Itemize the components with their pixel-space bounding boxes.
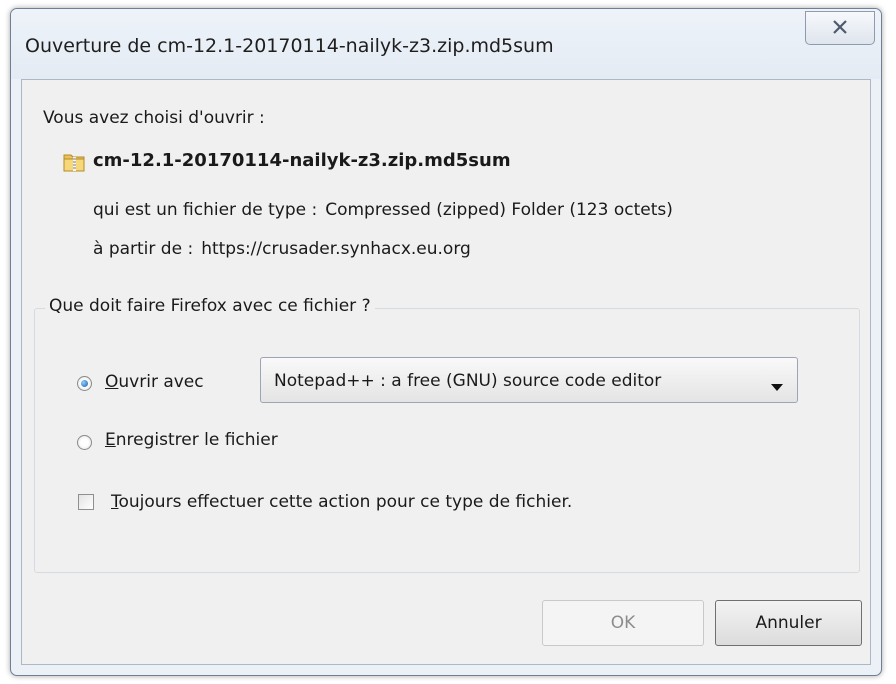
application-select-value: Notepad++ : a free (GNU) source code edi… (274, 371, 662, 391)
close-button[interactable] (805, 11, 875, 45)
open-with-radio[interactable] (77, 376, 92, 391)
always-do-label[interactable]: Toujours effectuer cette action pour ce … (111, 492, 572, 512)
chosen-label: Vous avez choisi d'ouvrir : (43, 108, 265, 128)
close-icon (832, 19, 848, 38)
title-bar[interactable]: Ouverture de cm-12.1-20170114-nailyk-z3.… (11, 9, 881, 79)
file-type-line: qui est un fichier de type : Compressed (… (93, 200, 673, 220)
zip-folder-icon (63, 151, 85, 177)
source-url: https://crusader.synhacx.eu.org (201, 239, 471, 259)
save-file-label[interactable]: Enregistrer le fichier (105, 430, 278, 450)
application-select[interactable]: Notepad++ : a free (GNU) source code edi… (260, 357, 798, 403)
chevron-down-icon (771, 377, 783, 396)
dialog-content: Vous avez choisi d'ouvrir : cm-12.1-2017… (21, 79, 871, 665)
cancel-button[interactable]: Annuler (715, 600, 862, 646)
open-with-label[interactable]: Ouvrir avec (105, 372, 204, 392)
file-type-value: Compressed (zipped) Folder (123 octets) (325, 200, 673, 220)
action-groupbox: Que doit faire Firefox avec ce fichier ?… (34, 296, 860, 573)
always-do-checkbox[interactable] (78, 494, 94, 510)
download-dialog-window: Ouverture de cm-12.1-20170114-nailyk-z3.… (10, 8, 882, 676)
file-type-label: qui est un fichier de type : (93, 200, 318, 220)
ok-button[interactable]: OK (542, 600, 704, 646)
action-group-legend: Que doit faire Firefox avec ce fichier ? (45, 296, 375, 316)
window-title: Ouverture de cm-12.1-20170114-nailyk-z3.… (25, 35, 554, 57)
source-label: à partir de : (93, 239, 194, 259)
save-file-radio[interactable] (77, 435, 92, 450)
file-name: cm-12.1-20170114-nailyk-z3.zip.md5sum (93, 150, 511, 171)
source-line: à partir de : https://crusader.synhacx.eu… (93, 239, 471, 259)
